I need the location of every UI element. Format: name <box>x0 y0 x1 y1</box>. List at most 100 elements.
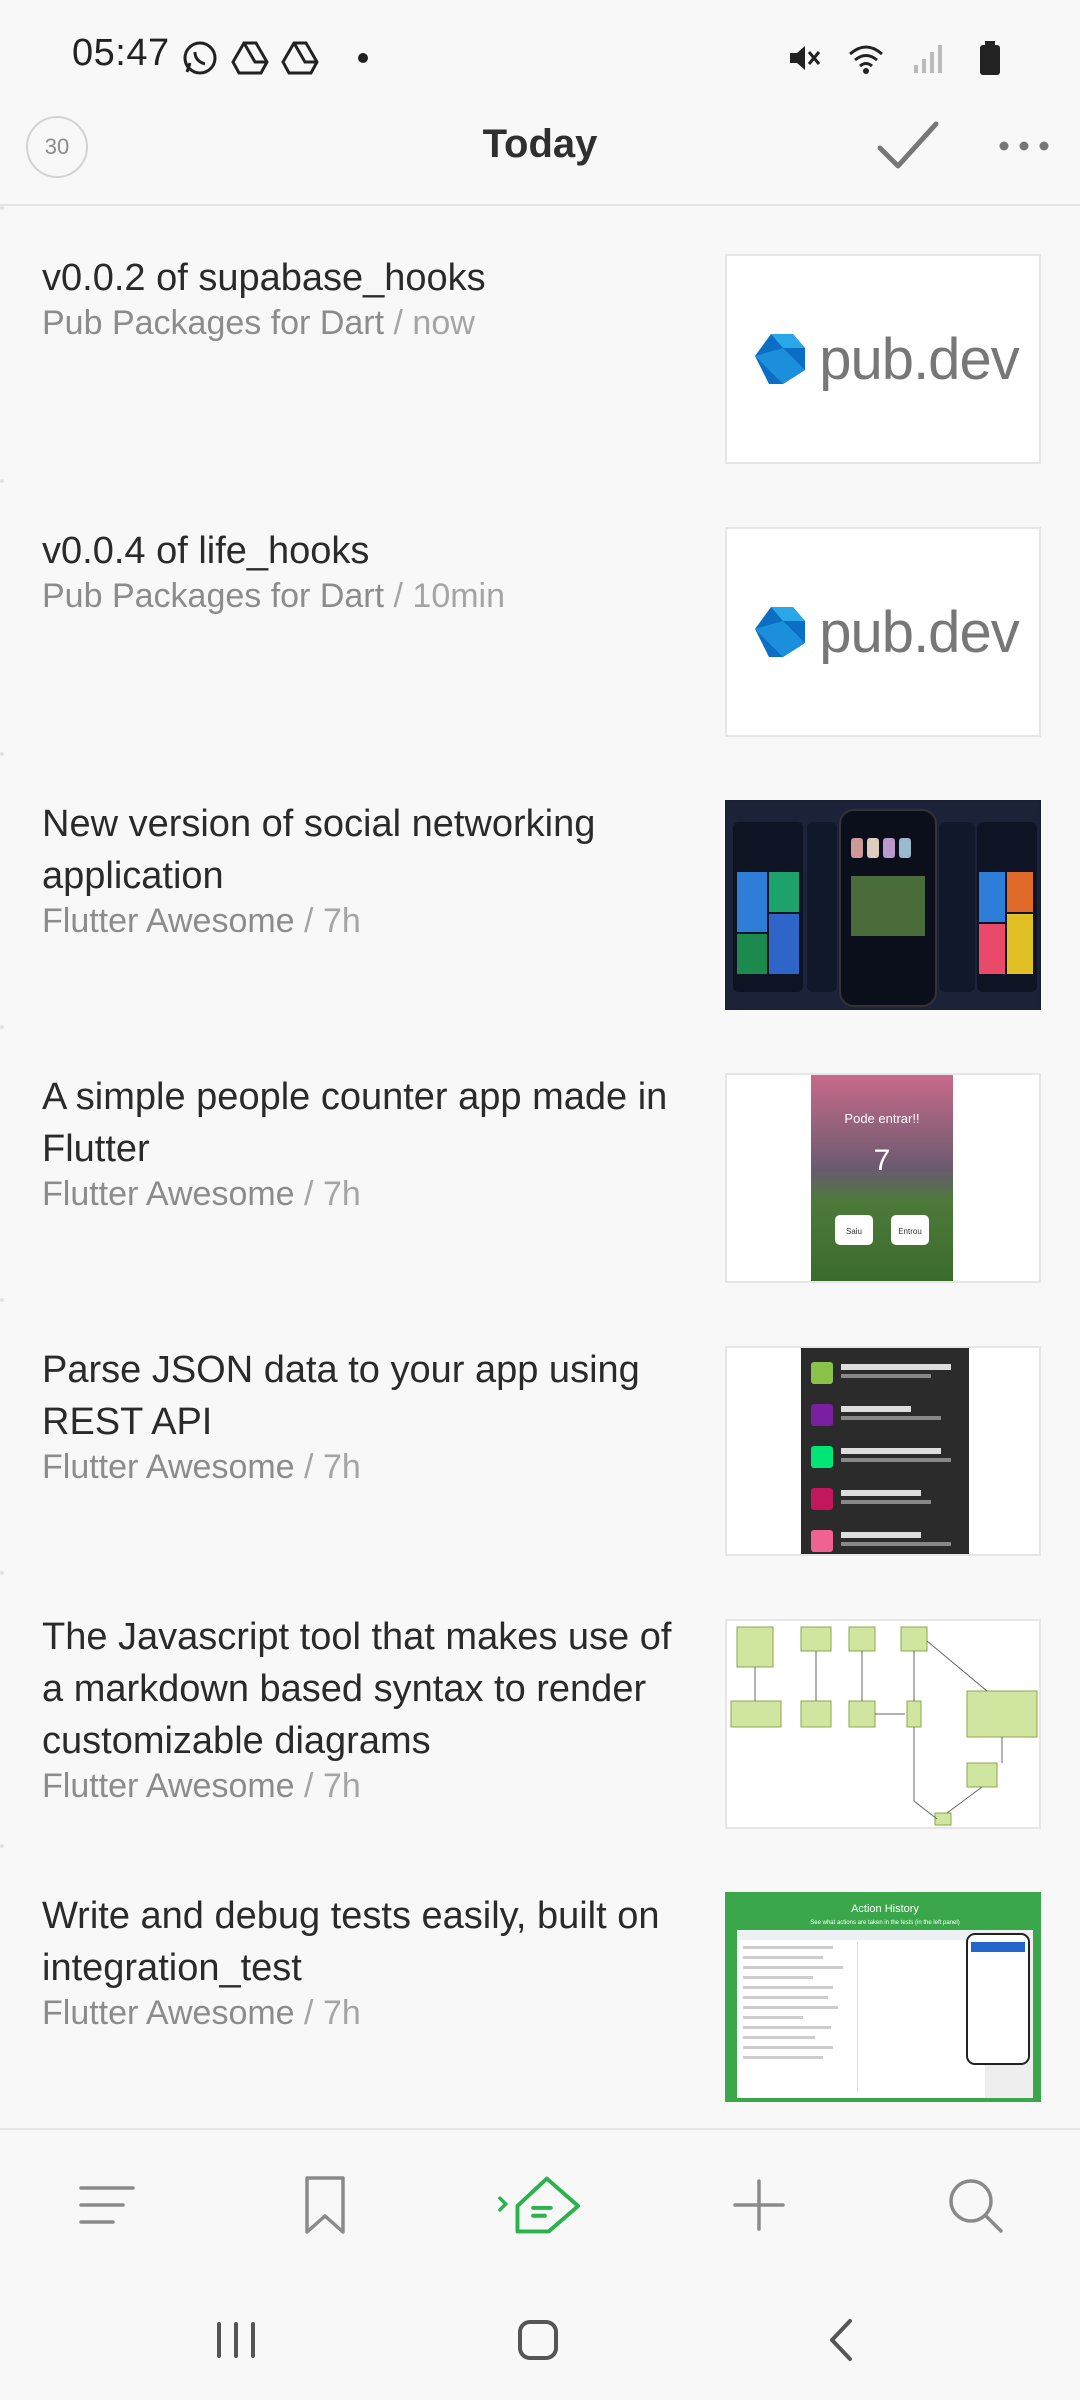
article-meta: Flutter Awesome / 7h <box>42 1175 361 1213</box>
article-thumbnail: Action History See what actions are take… <box>725 1892 1041 2102</box>
article-text: Parse JSON data to your app using REST A… <box>42 1344 682 1487</box>
mark-all-read-button[interactable] <box>876 116 940 176</box>
whatsapp-icon <box>180 38 220 78</box>
menu-icon <box>79 2186 135 2224</box>
article-time: 7h <box>322 1175 361 1213</box>
feedly-today-button[interactable] <box>494 2170 584 2240</box>
article-time: 10min <box>412 577 506 615</box>
article-title: Parse JSON data to your app using REST A… <box>42 1349 640 1443</box>
article-item[interactable]: Write and debug tests easily, built on i… <box>0 1844 1080 2117</box>
article-item[interactable]: New version of social networking applica… <box>0 752 1080 1025</box>
more-options-button[interactable] <box>996 128 1052 164</box>
article-meta: Flutter Awesome / 7h <box>42 1994 361 2032</box>
article-text: v0.0.2 of supabase_hooks Pub Packages fo… <box>42 252 682 343</box>
article-source: Flutter Awesome <box>42 1448 295 1486</box>
article-item[interactable]: v0.0.4 of life_hooks Pub Packages for Da… <box>0 479 1080 752</box>
home-icon <box>518 2320 558 2360</box>
article-meta: Pub Packages for Dart / now <box>42 304 475 342</box>
recent-apps-button[interactable] <box>206 2310 266 2370</box>
article-thumbnail <box>725 1619 1041 1829</box>
article-text: v0.0.4 of life_hooks Pub Packages for Da… <box>42 525 682 616</box>
status-right-icons <box>784 38 1010 78</box>
wifi-icon <box>846 38 886 78</box>
system-navigation <box>0 2278 1080 2400</box>
back-icon <box>830 2319 852 2361</box>
mute-icon <box>784 38 824 78</box>
article-text: Write and debug tests easily, built on i… <box>42 1890 682 2033</box>
action-history-title: Action History <box>851 1903 919 1915</box>
search-button[interactable] <box>940 2170 1010 2240</box>
article-thumbnail: pub.dev <box>725 254 1041 464</box>
article-meta: Flutter Awesome / 7h <box>42 902 361 940</box>
article-title: The Javascript tool that makes use of a … <box>42 1616 672 1762</box>
bookmark-icon <box>305 2176 345 2234</box>
article-time: now <box>412 304 475 342</box>
social-app-screenshot <box>727 802 1039 1008</box>
json-app-screenshot <box>801 1348 969 1554</box>
article-source: Flutter Awesome <box>42 1175 295 1213</box>
article-item[interactable]: v0.0.2 of supabase_hooks Pub Packages fo… <box>0 206 1080 479</box>
article-title: A simple people counter app made in Flut… <box>42 1076 668 1170</box>
action-history-screenshot: Action History See what actions are take… <box>727 1894 1039 2100</box>
more-icon <box>999 141 1049 151</box>
article-source: Pub Packages for Dart <box>42 577 385 615</box>
article-title: New version of social networking applica… <box>42 803 596 897</box>
article-thumbnail: pub.dev <box>725 527 1041 737</box>
article-meta: Flutter Awesome / 7h <box>42 1767 361 1805</box>
article-time: 7h <box>322 1448 361 1486</box>
drive-icon <box>280 38 320 78</box>
feedly-icon <box>498 2176 581 2234</box>
status-left-icons <box>180 38 368 78</box>
article-text: New version of social networking applica… <box>42 798 682 941</box>
action-history-subtitle: See what actions are taken in the tests … <box>810 1920 959 1926</box>
article-meta: Pub Packages for Dart / 10min <box>42 577 506 615</box>
menu-button[interactable] <box>72 2170 142 2240</box>
dart-logo-icon <box>755 607 806 657</box>
app-header: 30 Today <box>0 110 1080 206</box>
recent-apps-icon <box>217 2322 255 2358</box>
article-thumbnail <box>725 1346 1041 1556</box>
status-time: 05:47 <box>72 32 170 74</box>
pubdev-wordmark: pub.dev <box>819 326 1019 392</box>
article-source: Flutter Awesome <box>42 1994 295 2032</box>
pubdev-wordmark: pub.dev <box>819 599 1019 665</box>
counter-app-screenshot: Pode entrar!! 7 Saiu Entrou <box>811 1075 953 1281</box>
article-source: Flutter Awesome <box>42 1767 295 1805</box>
status-bar: 05:47 <box>0 0 1080 110</box>
check-icon <box>877 121 939 169</box>
counter-btn-right: Entrou <box>898 1227 922 1236</box>
article-item[interactable]: A simple people counter app made in Flut… <box>0 1025 1080 1298</box>
article-source: Pub Packages for Dart <box>42 304 385 342</box>
notification-dot-icon <box>358 53 368 63</box>
counter-btn-left: Saiu <box>846 1227 862 1236</box>
pubdev-logo: pub.dev <box>727 256 1039 462</box>
article-meta: Flutter Awesome / 7h <box>42 1448 361 1486</box>
article-source: Flutter Awesome <box>42 902 295 940</box>
article-feed: v0.0.2 of supabase_hooks Pub Packages fo… <box>0 206 1080 2117</box>
article-text: The Javascript tool that makes use of a … <box>42 1611 682 1806</box>
article-thumbnail <box>725 800 1041 1010</box>
drive-icon <box>230 38 270 78</box>
article-thumbnail: Pode entrar!! 7 Saiu Entrou <box>725 1073 1041 1283</box>
saved-button[interactable] <box>290 2170 360 2240</box>
add-button[interactable] <box>724 2170 794 2240</box>
pubdev-logo: pub.dev <box>727 529 1039 735</box>
article-item[interactable]: Parse JSON data to your app using REST A… <box>0 1298 1080 1571</box>
article-text: A simple people counter app made in Flut… <box>42 1071 682 1214</box>
signal-icon <box>908 38 948 78</box>
bottom-navigation <box>0 2128 1080 2278</box>
counter-heading: Pode entrar!! <box>844 1111 919 1126</box>
back-button[interactable] <box>812 2310 872 2370</box>
article-time: 7h <box>322 1767 361 1805</box>
counter-value: 7 <box>874 1144 891 1177</box>
article-title: v0.0.4 of life_hooks <box>42 530 370 572</box>
search-icon <box>949 2179 1003 2233</box>
article-time: 7h <box>322 1994 361 2032</box>
article-item[interactable]: The Javascript tool that makes use of a … <box>0 1571 1080 1844</box>
article-time: 7h <box>322 902 361 940</box>
diagram-screenshot <box>730 1626 1038 1826</box>
article-title: v0.0.2 of supabase_hooks <box>42 257 486 299</box>
battery-icon <box>970 38 1010 78</box>
add-icon <box>733 2179 785 2231</box>
home-button[interactable] <box>508 2310 568 2370</box>
